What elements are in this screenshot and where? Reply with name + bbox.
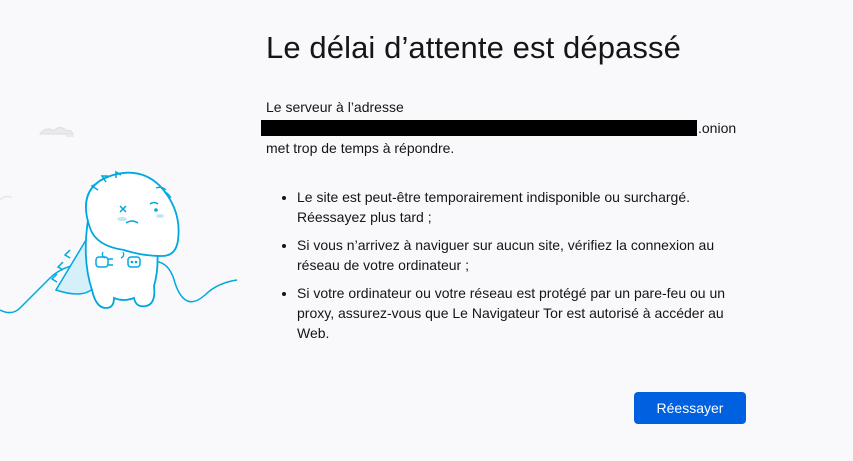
server-address-line: .onion (261, 118, 756, 139)
page-title: Le délai d’attente est dépassé (266, 30, 681, 65)
error-page: Le délai d’attente est dépassé Le serveu… (0, 0, 853, 461)
list-item: Si vous n’arrivez à naviguer sur aucun s… (297, 235, 747, 275)
error-description: Le serveur à l’adresse .onion met trop d… (261, 97, 756, 159)
list-item: Le site est peut-être temporairement ind… (297, 187, 747, 227)
server-suffix-text: met trop de temps à répondre. (266, 140, 455, 156)
server-prefix-text: Le serveur à l’adresse (266, 99, 404, 115)
unplugged-dinosaur-illustration (0, 127, 238, 314)
suggestion-list: Le site est peut-être temporairement ind… (266, 187, 747, 343)
retry-button[interactable]: Réessayer (634, 392, 746, 424)
list-item: Si votre ordinateur ou votre réseau est … (297, 283, 747, 343)
error-content: Le délai d’attente est dépassé Le serveu… (261, 28, 756, 351)
redacted-address (261, 119, 697, 136)
onion-suffix-text: .onion (698, 119, 737, 136)
